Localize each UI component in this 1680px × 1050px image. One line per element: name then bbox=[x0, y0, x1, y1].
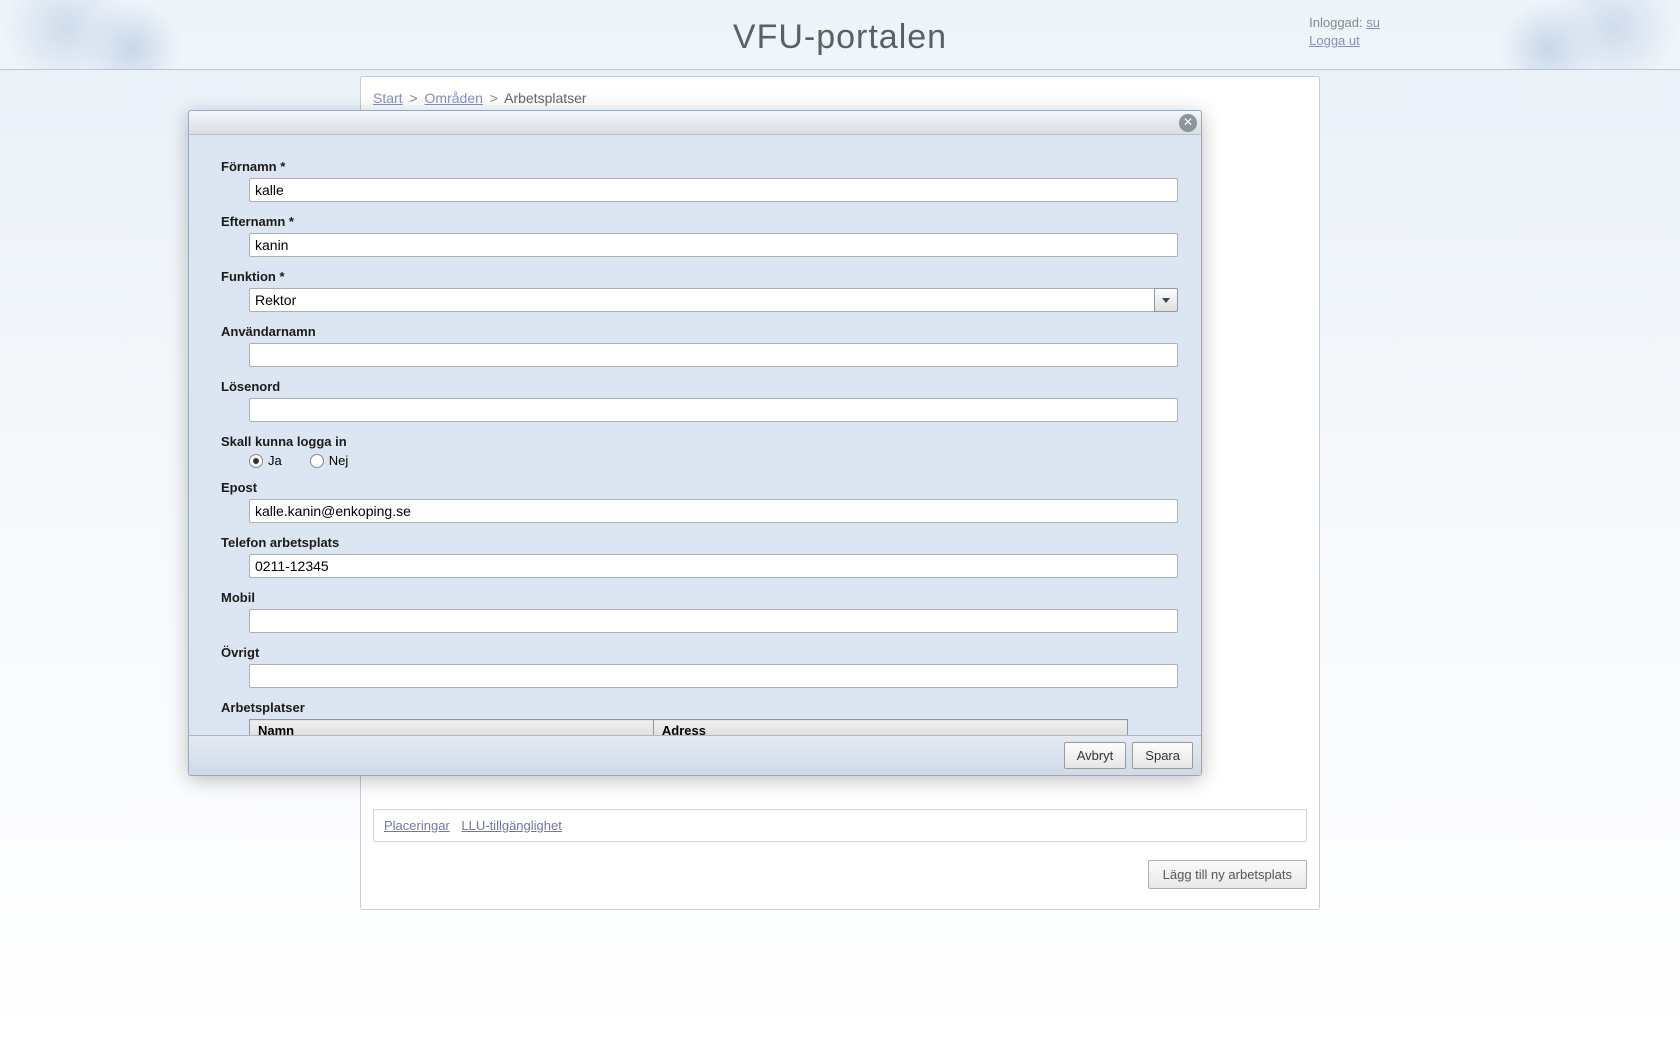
efternamn-input[interactable] bbox=[249, 233, 1178, 257]
breadcrumb-omraden[interactable]: Områden bbox=[425, 90, 483, 106]
ovrigt-label: Övrigt bbox=[221, 645, 1169, 660]
losenord-label: Lösenord bbox=[221, 379, 1169, 394]
losenord-input[interactable] bbox=[249, 398, 1178, 422]
radio-icon bbox=[310, 454, 324, 468]
breadcrumb-current: Arbetsplatser bbox=[504, 90, 586, 106]
logged-in-label: Inloggad: bbox=[1309, 15, 1363, 30]
close-icon[interactable]: ✕ bbox=[1179, 114, 1197, 132]
mobil-input[interactable] bbox=[249, 609, 1178, 633]
cancel-button[interactable]: Avbryt bbox=[1064, 742, 1127, 769]
anvandarnamn-input[interactable] bbox=[249, 343, 1178, 367]
app-title: VFU-portalen bbox=[733, 18, 947, 57]
dialog-footer: Avbryt Spara bbox=[189, 735, 1201, 775]
breadcrumb-sep: > bbox=[409, 90, 417, 106]
user-info: Inloggad: su Logga ut bbox=[1309, 14, 1380, 50]
login-nej-radio[interactable]: Nej bbox=[310, 453, 349, 468]
anvandarnamn-label: Användarnamn bbox=[221, 324, 1169, 339]
header-decoration-left bbox=[0, 0, 220, 70]
save-button[interactable]: Spara bbox=[1132, 742, 1193, 769]
dropdown-arrow-icon[interactable] bbox=[1154, 288, 1178, 312]
header-decoration-right bbox=[1460, 0, 1680, 70]
dialog-body: Förnamn * Efternamn * Funktion * Rektor … bbox=[189, 135, 1201, 735]
links-row: Placeringar LLU-tillgänglighet bbox=[373, 809, 1307, 842]
login-nej-label: Nej bbox=[329, 453, 349, 468]
add-button-row: Lägg till ny arbetsplats bbox=[373, 860, 1307, 889]
telefon-label: Telefon arbetsplats bbox=[221, 535, 1169, 550]
telefon-input[interactable] bbox=[249, 554, 1178, 578]
radio-icon bbox=[249, 454, 263, 468]
col-namn[interactable]: Namn bbox=[250, 720, 654, 736]
arbetsplatser-label: Arbetsplatser bbox=[221, 700, 1169, 715]
logout-link[interactable]: Logga ut bbox=[1309, 33, 1360, 48]
mobil-label: Mobil bbox=[221, 590, 1169, 605]
epost-input[interactable] bbox=[249, 499, 1178, 523]
funktion-select[interactable]: Rektor bbox=[249, 288, 1154, 312]
login-label: Skall kunna logga in bbox=[221, 434, 1169, 449]
llu-link[interactable]: LLU-tillgänglighet bbox=[461, 818, 561, 833]
edit-dialog: ✕ Förnamn * Efternamn * Funktion * Rekto… bbox=[188, 110, 1202, 776]
col-adress[interactable]: Adress bbox=[653, 720, 1127, 736]
login-ja-label: Ja bbox=[268, 453, 282, 468]
user-link[interactable]: su bbox=[1366, 15, 1380, 30]
fornamn-input[interactable] bbox=[249, 178, 1178, 202]
placeringar-link[interactable]: Placeringar bbox=[384, 818, 450, 833]
dialog-titlebar[interactable]: ✕ bbox=[189, 111, 1201, 135]
funktion-label: Funktion * bbox=[221, 269, 1169, 284]
efternamn-label: Efternamn * bbox=[221, 214, 1169, 229]
login-ja-radio[interactable]: Ja bbox=[249, 453, 282, 468]
epost-label: Epost bbox=[221, 480, 1169, 495]
header: VFU-portalen Inloggad: su Logga ut bbox=[0, 0, 1680, 70]
fornamn-label: Förnamn * bbox=[221, 159, 1169, 174]
breadcrumb-start[interactable]: Start bbox=[373, 90, 403, 106]
ovrigt-input[interactable] bbox=[249, 664, 1178, 688]
add-workplace-button[interactable]: Lägg till ny arbetsplats bbox=[1148, 860, 1307, 889]
breadcrumb-sep: > bbox=[490, 90, 498, 106]
arbetsplatser-table: Namn Adress bbox=[249, 719, 1128, 735]
